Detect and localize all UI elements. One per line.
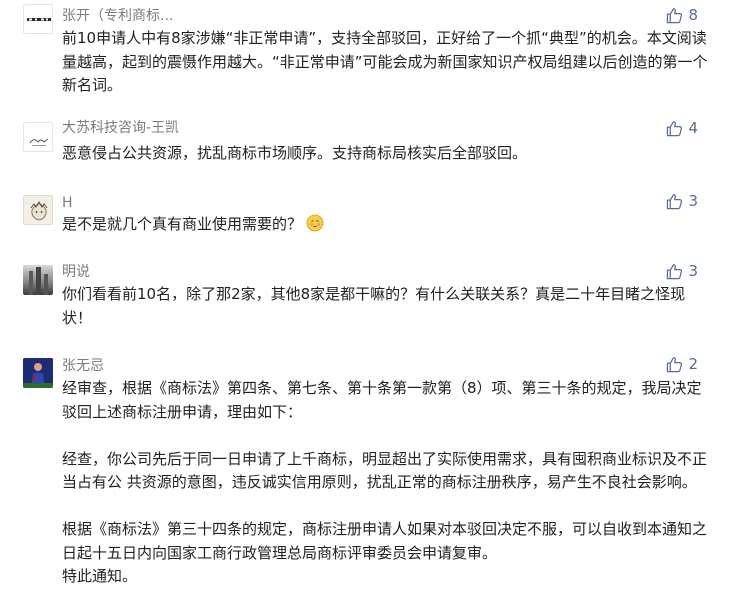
avatar[interactable] [23,265,53,295]
comment-text: 前10申请人中有8家涉嫌“非正常申请”，支持全部驳回，正好给了一个抓“典型”的机… [62,29,708,94]
like-button[interactable]: 3 [666,192,698,210]
nickname[interactable]: 明说 [62,263,90,281]
nickname[interactable]: 大苏科技咨询-王凯 [62,119,179,137]
like-count: 3 [688,192,698,210]
comment-text: 恶意侵占公共资源，扰乱商标市场顺序。支持商标局核实后全部驳回。 [62,144,528,162]
shy-face-emoji-icon [306,214,324,232]
comment-paragraph: 特此通知。 [62,567,138,585]
like-button[interactable]: 3 [666,262,698,280]
comment-text: 是不是就几个真有商业使用需要的？ [62,213,712,237]
avatar[interactable] [23,195,53,225]
like-button[interactable]: 4 [666,119,698,137]
comment-paragraph: 经查，你公司先后于同一日申请了上千商标，明显超出了实际使用需求，具有囤积商业标识… [62,449,708,492]
avatar[interactable] [23,358,53,388]
comment-text-body: 是不是就几个真有商业使用需要的？ [62,215,303,233]
comment-text: 经审查，根据《商标法》第四条、第七条、第十条第一款第（8）项、第三十条的规定，我… [62,377,712,589]
avatar[interactable] [23,4,53,34]
comment-paragraph: 经审查，根据《商标法》第四条、第七条、第十条第一款第（8）项、第三十条的规定，我… [62,379,702,421]
thumbs-up-icon [667,356,683,372]
thumbs-up-icon [667,7,683,23]
comment-paragraph: 根据《商标法》第三十四条的规定，商标注册申请人如果对本驳回决定不服，可以自收到本… [62,520,708,562]
nickname[interactable]: 张开（专利商标... [62,7,173,25]
thumbs-up-icon [667,193,683,209]
thumbs-up-icon [667,263,683,279]
like-count: 8 [688,6,698,24]
like-count: 2 [688,355,698,373]
nickname[interactable]: 张无忌 [62,357,104,375]
like-count: 3 [688,262,698,280]
thumbs-up-icon [667,120,683,136]
nickname[interactable]: H [62,194,73,212]
like-button[interactable]: 2 [666,355,698,373]
like-button[interactable]: 8 [666,6,698,24]
avatar[interactable] [23,122,53,152]
like-count: 4 [688,119,698,137]
comment-text: 你们看看前10名，除了那2家，其他8家是都干嘛的？有什么关联关系？真是二十年目睹… [62,285,686,327]
